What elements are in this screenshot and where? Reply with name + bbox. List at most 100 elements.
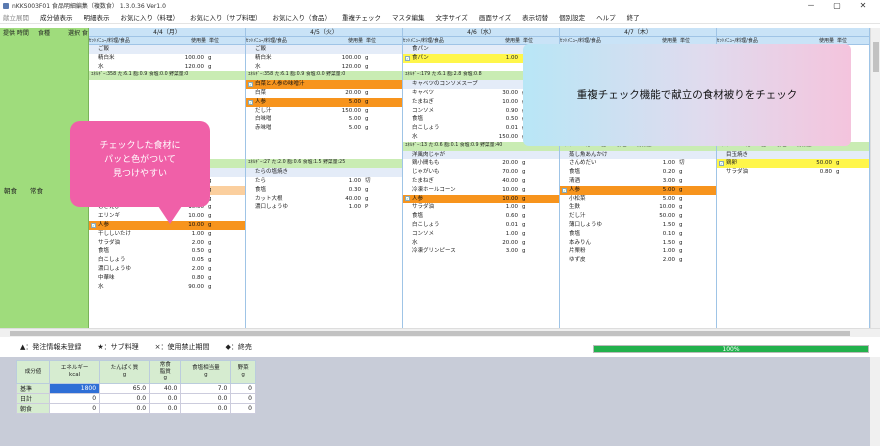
close-icon[interactable]: ✕: [852, 0, 874, 11]
food-amount[interactable]: [329, 168, 363, 177]
duplicate-checkbox[interactable]: [246, 186, 255, 195]
food-row[interactable]: ゆず皮 2.00 g: [560, 256, 716, 265]
food-row[interactable]: 片栗粉 1.00 g: [560, 247, 716, 256]
food-amount[interactable]: 100.00: [329, 54, 363, 63]
duplicate-checkbox[interactable]: [717, 168, 726, 177]
duplicate-checkbox[interactable]: [246, 54, 255, 63]
food-amount[interactable]: 0.80: [800, 168, 834, 177]
food-amount[interactable]: 100.00: [172, 54, 206, 63]
food-row[interactable]: 食塩 0.20 g: [560, 168, 716, 177]
duplicate-checkbox[interactable]: [560, 212, 569, 221]
menu-item-exit[interactable]: 終了: [627, 12, 640, 22]
duplicate-checkbox[interactable]: [246, 45, 255, 54]
food-row[interactable]: ✓ 人参 5.00 g: [246, 97, 402, 107]
horizontal-scroll-thumb[interactable]: [10, 331, 850, 336]
food-row[interactable]: [89, 107, 245, 116]
duplicate-checkbox[interactable]: [89, 63, 98, 72]
food-row[interactable]: 濃口しょうゆ 1.00 P: [246, 203, 402, 212]
food-row[interactable]: 白こしょう 0.01g: [403, 221, 559, 230]
food-row[interactable]: [89, 98, 245, 107]
food-amount[interactable]: 10.00: [486, 98, 520, 107]
duplicate-checkbox[interactable]: [403, 107, 412, 116]
food-row[interactable]: 冷凍グリンピース 3.00 g: [403, 247, 559, 256]
food-amount[interactable]: 1.50: [643, 239, 677, 248]
menu-item-font-size[interactable]: 文字サイズ: [436, 12, 468, 22]
food-row[interactable]: ✓ 白菜と人参の味噌汁: [246, 80, 402, 89]
duplicate-checkbox[interactable]: [403, 230, 412, 239]
food-row[interactable]: じゃがいも 70.00 g: [403, 168, 559, 177]
food-row[interactable]: 濃口しょうゆ 2.00 g: [89, 265, 245, 274]
horizontal-scrollbar[interactable]: [0, 328, 880, 337]
food-amount[interactable]: [486, 63, 520, 72]
food-amount[interactable]: 150.00: [486, 133, 520, 142]
duplicate-checkbox[interactable]: [403, 89, 412, 98]
vertical-scrollbar[interactable]: [870, 28, 880, 328]
food-row[interactable]: ✓ 鶏卵 50.00 g: [717, 159, 869, 169]
food-row[interactable]: サラダ油 0.80 g: [717, 168, 869, 177]
food-amount[interactable]: 0.90: [486, 107, 520, 116]
food-amount[interactable]: 0.01: [486, 221, 520, 230]
duplicate-checkbox[interactable]: [403, 186, 412, 195]
food-row[interactable]: [246, 133, 402, 142]
food-row[interactable]: サラダ油 1.00 g: [403, 203, 559, 212]
food-amount[interactable]: 1.00: [486, 203, 520, 212]
food-amount[interactable]: 30.00: [486, 89, 520, 98]
duplicate-checkbox[interactable]: [246, 151, 255, 160]
food-row[interactable]: 精白米 100.00 g: [89, 54, 245, 63]
duplicate-checkbox[interactable]: [246, 107, 255, 116]
food-amount[interactable]: [329, 133, 363, 142]
duplicate-checkbox[interactable]: [560, 239, 569, 248]
duplicate-checkbox[interactable]: ✓: [560, 186, 569, 195]
food-row[interactable]: コンソメ 1.00 g: [403, 230, 559, 239]
food-amount[interactable]: [329, 142, 363, 151]
food-row[interactable]: 食塩 0.30 g: [246, 186, 402, 195]
duplicate-checkbox[interactable]: [403, 151, 412, 160]
duplicate-checkbox[interactable]: [246, 63, 255, 72]
duplicate-checkbox[interactable]: [89, 45, 98, 54]
food-row[interactable]: 白味噌 5.00g: [246, 115, 402, 124]
food-amount[interactable]: [172, 98, 206, 107]
food-row[interactable]: 鶏小間もも 20.00 g: [403, 159, 559, 168]
food-row[interactable]: 白菜 20.00 g: [246, 89, 402, 98]
nutrient-summary-row[interactable]: ｴﾈﾙｷﾞｰ:27 た:2.0 脂:0.6 食塩:1.5 野菜量:25: [246, 159, 402, 169]
food-amount[interactable]: 10.00: [486, 186, 520, 195]
duplicate-checkbox[interactable]: [246, 195, 255, 204]
duplicate-checkbox[interactable]: [403, 45, 412, 54]
food-amount[interactable]: [486, 45, 520, 54]
duplicate-checkbox[interactable]: [246, 89, 255, 98]
food-amount[interactable]: 1.50: [643, 221, 677, 230]
food-amount[interactable]: 50.00: [643, 212, 677, 221]
menu-item-detail-display[interactable]: 明細表示: [84, 12, 110, 22]
duplicate-checkbox[interactable]: [246, 133, 255, 142]
nutrition-value[interactable]: 1800: [49, 382, 101, 394]
food-amount[interactable]: [486, 80, 520, 89]
duplicate-checkbox[interactable]: [403, 115, 412, 124]
duplicate-checkbox[interactable]: [89, 283, 98, 292]
food-amount[interactable]: 10.00: [643, 203, 677, 212]
menu-item-duplicate-check[interactable]: 重複チェック: [342, 12, 381, 22]
duplicate-checkbox[interactable]: ✓: [246, 80, 255, 89]
dish-row[interactable]: 蒸し魚あんかけ: [560, 150, 716, 160]
menu-item-fav-food[interactable]: お気に入り（食品）: [273, 12, 332, 22]
menu-item-fav-dish[interactable]: お気に入り（料理）: [121, 12, 180, 22]
food-amount[interactable]: 5.00: [329, 98, 363, 107]
vertical-scroll-thumb[interactable]: [873, 42, 879, 72]
food-row[interactable]: [89, 89, 245, 98]
food-amount[interactable]: 5.00: [643, 186, 677, 195]
food-row[interactable]: サラダ油 2.00 g: [89, 239, 245, 248]
duplicate-checkbox[interactable]: [246, 124, 255, 133]
food-row[interactable]: 干ししいたけ 1.00 g: [89, 230, 245, 239]
food-amount[interactable]: [172, 107, 206, 116]
duplicate-checkbox[interactable]: [246, 115, 255, 124]
food-amount[interactable]: [486, 151, 520, 160]
food-amount[interactable]: 70.00: [486, 168, 520, 177]
food-row[interactable]: 食塩 0.50g: [89, 247, 245, 256]
food-amount[interactable]: [643, 151, 677, 160]
dish-row[interactable]: ご飯: [89, 45, 245, 54]
dish-row[interactable]: 目玉焼き: [717, 150, 869, 160]
duplicate-checkbox[interactable]: [403, 177, 412, 186]
duplicate-checkbox[interactable]: [403, 133, 412, 142]
menu-item-help[interactable]: ヘルプ: [596, 12, 616, 22]
food-amount[interactable]: 3.00: [486, 247, 520, 256]
duplicate-checkbox[interactable]: ✓: [403, 195, 412, 204]
